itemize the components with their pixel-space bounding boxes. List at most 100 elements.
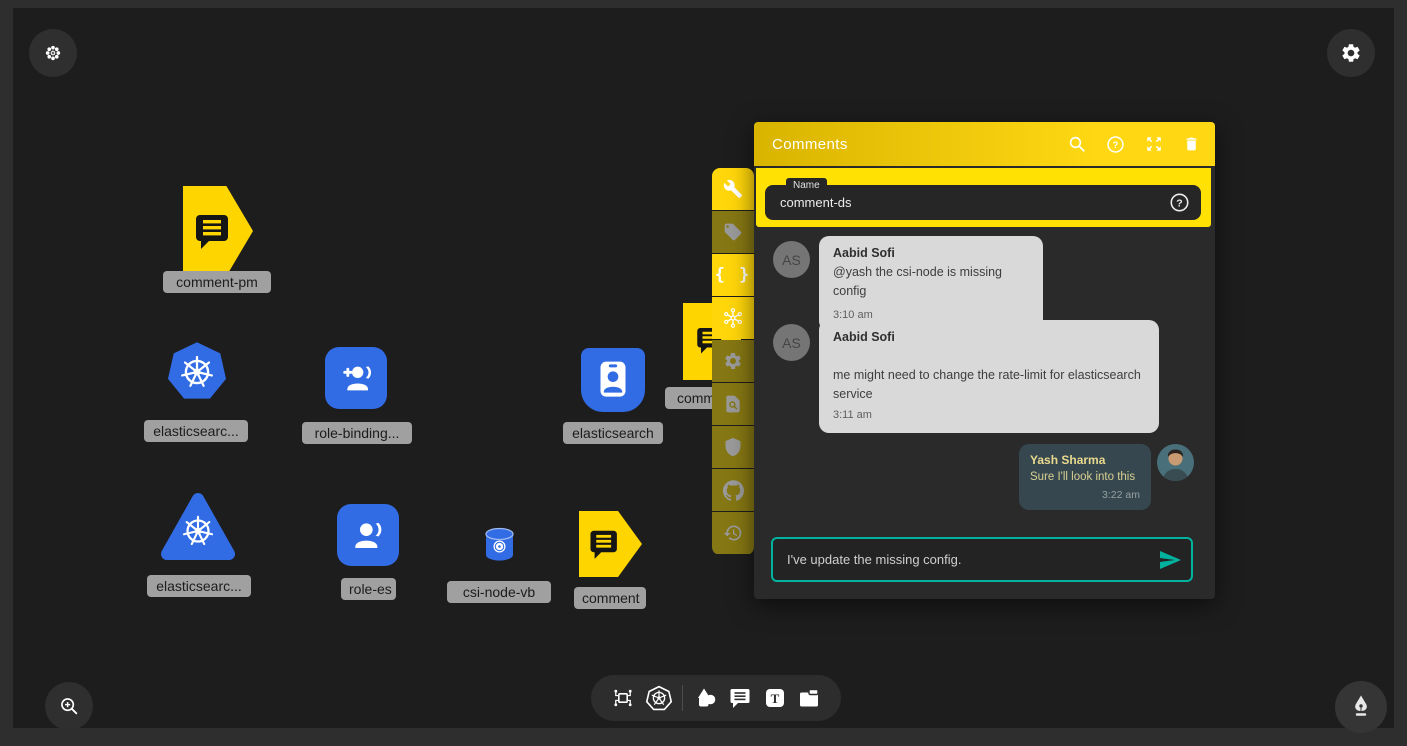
comment-node-shape[interactable]	[183, 186, 253, 276]
id-badge-icon	[593, 358, 633, 402]
wrench-tool-button[interactable]	[712, 168, 754, 210]
hub-tool-button[interactable]	[712, 297, 754, 339]
flower-menu-icon	[43, 43, 63, 63]
message-author: Aabid Sofi	[833, 330, 1145, 344]
doc-search-tool-button[interactable]	[712, 383, 754, 425]
diagram-icon	[611, 686, 635, 710]
svg-text:T: T	[770, 691, 779, 706]
design-canvas[interactable]: comment-pm elasticsearc...	[13, 8, 1394, 728]
expand-icon[interactable]	[1145, 135, 1163, 153]
tag-tool-button[interactable]	[712, 211, 754, 253]
shapes-tool-button[interactable]	[694, 686, 718, 710]
message-time: 3:22 am	[1030, 489, 1140, 501]
history-icon	[723, 523, 743, 543]
kubernetes-wheel-icon	[179, 354, 215, 390]
panel-title: Comments	[772, 136, 848, 153]
role-binding-shape[interactable]	[325, 347, 387, 409]
app-window: comment-pm elasticsearc...	[0, 0, 1407, 746]
chat-message: Yash Sharma Sure I'll look into this 3:2…	[1019, 444, 1151, 510]
cylinder-icon	[483, 527, 516, 563]
zoom-in-icon	[58, 695, 80, 717]
add-user-icon	[336, 358, 376, 398]
node-label: csi-node-vb	[447, 581, 551, 603]
users-icon	[348, 515, 388, 555]
toolbar-divider	[682, 685, 683, 711]
node-label: comment-pm	[163, 271, 271, 293]
send-icon[interactable]	[1158, 548, 1182, 572]
kubernetes-heptagon-shape[interactable]	[166, 341, 228, 403]
message-text: Sure I'll look into this	[1030, 469, 1140, 486]
github-icon	[723, 480, 744, 501]
diagram-tool-button[interactable]	[611, 686, 635, 710]
name-field-section: Name ?	[756, 168, 1211, 227]
trash-icon[interactable]	[1183, 135, 1200, 153]
doc-search-icon	[723, 394, 743, 414]
comment-icon	[728, 686, 752, 710]
braces-tool-button[interactable]: { }	[712, 254, 754, 296]
node-label: role-es	[341, 578, 396, 600]
text-tool-button[interactable]: T	[763, 686, 787, 710]
chat-input[interactable]	[773, 539, 1143, 580]
help-icon[interactable]: ?	[1106, 135, 1125, 154]
message-text: @yash the csi-node is missing config	[833, 263, 1029, 301]
name-field-label: Name	[786, 178, 827, 193]
shape-palette-toolbar: T	[591, 675, 841, 721]
chat-message: Aabid Sofi @yash the csi-node is missing…	[819, 236, 1043, 331]
history-tool-button[interactable]	[712, 512, 754, 554]
role-shape[interactable]	[337, 504, 399, 566]
pen-button[interactable]	[1335, 681, 1387, 733]
chat-bubble-icon	[193, 210, 233, 252]
braces-icon: { }	[715, 265, 752, 285]
message-text: me might need to change the rate-limit f…	[833, 366, 1145, 404]
settings-button[interactable]	[1327, 29, 1375, 77]
hub-mesh-icon	[722, 307, 744, 329]
zoom-button[interactable]	[45, 682, 93, 730]
tag-icon	[723, 222, 743, 242]
message-author: Yash Sharma	[1030, 453, 1140, 467]
chat-input-box[interactable]	[771, 537, 1193, 582]
node-action-toolbar: { }	[712, 168, 754, 555]
gear-icon	[723, 351, 743, 371]
kubernetes-wheel-icon	[181, 514, 215, 548]
settings-gear-icon	[1340, 42, 1362, 64]
pen-nib-icon	[1349, 694, 1373, 720]
image-icon	[797, 686, 821, 710]
settings-tool-button[interactable]	[712, 340, 754, 382]
avatar-initials: AS	[782, 335, 801, 351]
image-tool-button[interactable]	[797, 686, 821, 710]
shield-tool-button[interactable]	[712, 426, 754, 468]
wrench-icon	[723, 179, 743, 199]
node-label: elasticsearch	[563, 422, 663, 444]
user-photo	[1157, 444, 1194, 481]
github-tool-button[interactable]	[712, 469, 754, 511]
comment-tool-button[interactable]	[728, 686, 752, 710]
node-label: elasticsearc...	[144, 420, 248, 442]
shield-icon	[723, 437, 743, 457]
kubernetes-tool-button[interactable]	[646, 685, 672, 711]
avatar-initials: AS	[782, 252, 801, 268]
node-label: elasticsearc...	[147, 575, 251, 597]
storage-cylinder-shape[interactable]	[483, 527, 516, 568]
comments-panel: Comments ? Name ? AS Aabid Sofi	[754, 122, 1215, 599]
kubernetes-icon	[646, 685, 672, 711]
service-account-shape[interactable]	[581, 348, 645, 412]
name-field[interactable]: Name ?	[765, 185, 1201, 220]
comment-node-shape[interactable]	[579, 511, 642, 577]
svg-text:?: ?	[1113, 140, 1119, 151]
text-icon: T	[763, 686, 787, 710]
name-input[interactable]	[765, 185, 1201, 220]
message-time: 3:11 am	[833, 409, 1145, 421]
help-circle-icon[interactable]: ?	[1169, 192, 1190, 213]
chat-message: Aabid Sofi me might need to change the r…	[819, 320, 1159, 433]
node-label: comment	[574, 587, 646, 609]
avatar: AS	[773, 324, 810, 361]
menu-button[interactable]	[29, 29, 77, 77]
comments-panel-header[interactable]: Comments ?	[754, 122, 1215, 166]
avatar-photo	[1157, 444, 1194, 481]
avatar: AS	[773, 241, 810, 278]
chat-bubble-icon	[588, 527, 621, 561]
kubernetes-triangle-shape[interactable]	[161, 490, 235, 567]
message-author: Aabid Sofi	[833, 246, 1029, 260]
search-icon[interactable]	[1068, 135, 1086, 153]
svg-text:?: ?	[1176, 197, 1182, 209]
